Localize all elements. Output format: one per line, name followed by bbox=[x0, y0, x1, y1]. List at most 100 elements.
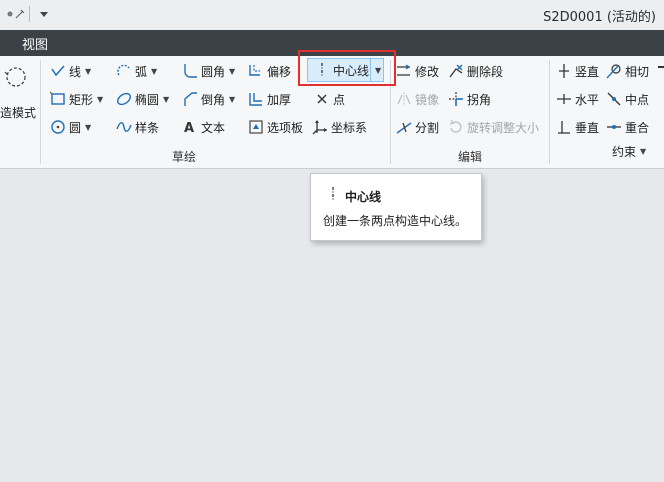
horizontal-label: 水平 bbox=[575, 92, 600, 107]
chevron-down-icon[interactable]: ▼ bbox=[229, 67, 235, 76]
horizontal-icon bbox=[556, 91, 572, 107]
divide-label: 分割 bbox=[415, 120, 440, 135]
vertical-icon bbox=[556, 63, 572, 79]
palette-icon bbox=[248, 119, 264, 135]
perpendicular-constraint-button[interactable]: 垂直 bbox=[556, 116, 599, 138]
text-icon: A bbox=[182, 119, 198, 135]
constraints-group-label: 约束 bbox=[612, 144, 637, 159]
chevron-down-icon[interactable]: ▼ bbox=[640, 147, 646, 156]
point-button[interactable]: 点 bbox=[314, 88, 345, 110]
thicken-button[interactable]: 加厚 bbox=[248, 88, 291, 110]
fillet-label: 圆角 bbox=[201, 64, 226, 79]
fillet-icon bbox=[182, 63, 198, 79]
delete-segment-button[interactable]: 删除段 bbox=[448, 60, 503, 82]
modify-button[interactable]: 修改 bbox=[396, 60, 439, 82]
offset-button[interactable]: 偏移 bbox=[248, 60, 291, 82]
palette-label: 选项板 bbox=[267, 120, 304, 135]
palette-button[interactable]: 选项板 bbox=[248, 116, 303, 138]
quick-access-customize-icon[interactable] bbox=[36, 4, 52, 24]
thicken-icon bbox=[248, 91, 264, 107]
overflow-tool-icon[interactable] bbox=[658, 66, 664, 68]
divide-icon bbox=[396, 119, 412, 135]
arc-button[interactable]: 弧 ▼ bbox=[116, 60, 157, 82]
chevron-down-icon[interactable]: ▼ bbox=[85, 67, 91, 76]
chamfer-icon bbox=[182, 91, 198, 107]
corner-button[interactable]: 拐角 bbox=[448, 88, 491, 110]
perpendicular-label: 垂直 bbox=[575, 120, 600, 135]
arc-icon bbox=[116, 63, 132, 79]
chevron-down-icon[interactable]: ▼ bbox=[97, 95, 103, 104]
rectangle-icon bbox=[50, 91, 66, 107]
arc-label: 弧 bbox=[135, 64, 148, 79]
delete-segment-icon bbox=[448, 63, 464, 79]
modify-icon bbox=[396, 63, 412, 79]
rotate-resize-icon bbox=[448, 119, 464, 135]
coincident-label: 重合 bbox=[625, 120, 650, 135]
title-bar: S2D0001 (活动的) bbox=[0, 0, 664, 31]
rectangle-button[interactable]: 矩形 ▼ bbox=[50, 88, 103, 110]
text-button[interactable]: A 文本 bbox=[182, 116, 225, 138]
circle-label: 圆 bbox=[69, 120, 82, 135]
text-label: 文本 bbox=[201, 120, 226, 135]
chevron-down-icon[interactable]: ▼ bbox=[151, 67, 157, 76]
horizontal-constraint-button[interactable]: 水平 bbox=[556, 88, 599, 110]
tooltip-title: 中心线 bbox=[345, 190, 382, 204]
tangent-constraint-button[interactable]: 相切 bbox=[606, 60, 649, 82]
rotate-resize-label: 旋转调整大小 bbox=[467, 120, 540, 135]
coordinate-system-icon bbox=[312, 119, 328, 135]
vertical-label: 竖直 bbox=[575, 64, 600, 79]
chevron-down-icon[interactable]: ▼ bbox=[85, 123, 91, 132]
midpoint-icon bbox=[606, 91, 622, 107]
ellipse-button[interactable]: 椭圆 ▼ bbox=[116, 88, 169, 110]
delete-segment-label: 删除段 bbox=[467, 64, 504, 79]
tooltip-description: 创建一条两点构造中心线。 bbox=[323, 214, 468, 228]
spline-icon bbox=[116, 119, 132, 135]
modify-label: 修改 bbox=[415, 64, 440, 79]
chevron-down-icon[interactable]: ▼ bbox=[229, 95, 235, 104]
chamfer-label: 倒角 bbox=[201, 92, 226, 107]
tangent-icon bbox=[606, 63, 622, 79]
circle-icon bbox=[50, 119, 66, 135]
svg-text:A: A bbox=[184, 121, 194, 135]
vertical-constraint-button[interactable]: 竖直 bbox=[556, 60, 599, 82]
coordinate-system-label: 坐标系 bbox=[331, 120, 368, 135]
edit-group-label: 编辑 bbox=[458, 150, 483, 164]
circle-button[interactable]: 圆 ▼ bbox=[50, 116, 91, 138]
quick-access-pin-icon[interactable] bbox=[12, 4, 28, 24]
centerline-highlight-box bbox=[298, 50, 396, 86]
chevron-down-icon[interactable]: ▼ bbox=[163, 95, 169, 104]
line-label: 线 bbox=[69, 64, 82, 79]
mirror-button[interactable]: 镜像 bbox=[396, 88, 439, 110]
offset-icon bbox=[248, 63, 264, 79]
quick-access-divider bbox=[29, 6, 30, 22]
sketch-group-label: 草绘 bbox=[172, 150, 197, 164]
spline-button[interactable]: 样条 bbox=[116, 116, 159, 138]
point-icon bbox=[314, 91, 330, 107]
chamfer-button[interactable]: 倒角 ▼ bbox=[182, 88, 235, 110]
constraints-group-menu[interactable]: 约束 ▼ bbox=[612, 140, 646, 162]
offset-label: 偏移 bbox=[267, 64, 292, 79]
ellipse-label: 椭圆 bbox=[135, 92, 160, 107]
point-label: 点 bbox=[333, 92, 346, 107]
coincident-constraint-button[interactable]: 重合 bbox=[606, 116, 649, 138]
midpoint-constraint-button[interactable]: 中点 bbox=[606, 88, 649, 110]
construction-mode-icon[interactable] bbox=[2, 62, 28, 95]
construction-mode-button[interactable]: 造模式 bbox=[0, 101, 36, 123]
rotate-resize-button[interactable]: 旋转调整大小 bbox=[448, 116, 539, 138]
group-divider bbox=[549, 60, 550, 164]
ellipse-icon bbox=[116, 91, 132, 107]
line-icon bbox=[50, 63, 66, 79]
corner-icon bbox=[448, 91, 464, 107]
group-divider bbox=[40, 60, 41, 164]
tab-view[interactable]: 视图 bbox=[22, 34, 48, 53]
divide-button[interactable]: 分割 bbox=[396, 116, 439, 138]
mirror-label: 镜像 bbox=[415, 92, 440, 107]
line-button[interactable]: 线 ▼ bbox=[50, 60, 91, 82]
tangent-label: 相切 bbox=[625, 64, 650, 79]
centerline-icon bbox=[327, 186, 339, 205]
coordinate-system-button[interactable]: 坐标系 bbox=[312, 116, 367, 138]
coincident-icon bbox=[606, 119, 622, 135]
fillet-button[interactable]: 圆角 ▼ bbox=[182, 60, 235, 82]
midpoint-label: 中点 bbox=[625, 92, 650, 107]
spline-label: 样条 bbox=[135, 120, 160, 135]
